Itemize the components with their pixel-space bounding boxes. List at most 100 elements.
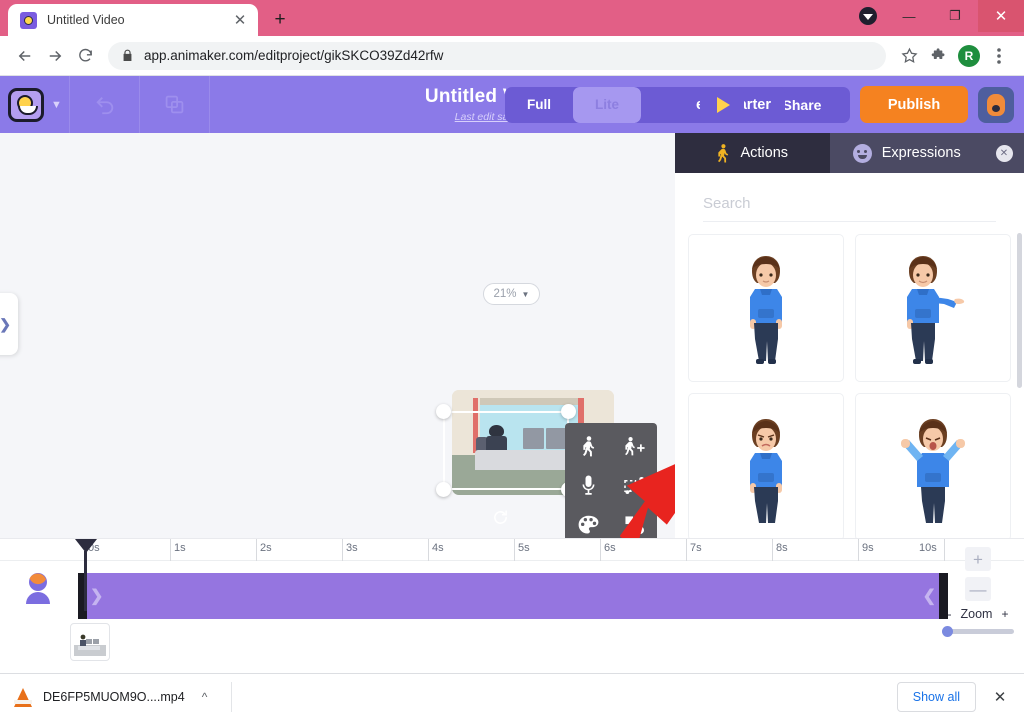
resize-handle-top-right[interactable]: [561, 404, 576, 419]
search-input[interactable]: Search: [703, 195, 996, 222]
microphone-icon[interactable]: [565, 466, 611, 505]
left-panel-expander[interactable]: ❯: [0, 293, 18, 355]
resize-handle-bottom-left[interactable]: [436, 482, 451, 497]
window-close-button[interactable]: ✕: [978, 0, 1024, 32]
character-avatar-icon[interactable]: [20, 571, 56, 612]
duplicate-button[interactable]: [140, 76, 210, 133]
tab-expressions-label: Expressions: [881, 145, 961, 161]
animaker-favicon-icon: [20, 11, 37, 29]
publish-button[interactable]: Publish: [860, 86, 968, 123]
kebab-menu-icon[interactable]: [984, 41, 1014, 71]
right-panel-scrollbar[interactable]: [1017, 233, 1022, 388]
scene-thumbnail-icon[interactable]: [70, 623, 110, 661]
back-arrow-icon[interactable]: [10, 41, 40, 71]
right-panel-close-button[interactable]: ✕: [984, 133, 1024, 173]
clip-handle-right[interactable]: [939, 573, 948, 619]
download-bar: DE6FP5MUOM9O....mp4 ^ Show all ✕: [0, 673, 1024, 720]
window-controls: — ❐ ✕: [850, 0, 1024, 32]
new-tab-button[interactable]: +: [266, 5, 294, 33]
walk-action-icon[interactable]: [565, 427, 611, 466]
mode-option-lite[interactable]: Lite: [573, 86, 642, 123]
animaker-mascot-icon: [8, 87, 44, 122]
zoom-out-button[interactable]: —: [965, 577, 991, 601]
show-all-button[interactable]: Show all: [896, 682, 976, 712]
zoom-minus-label[interactable]: -: [948, 607, 952, 621]
zoom-plus-label[interactable]: +: [1001, 607, 1008, 621]
tick-8s: 8s: [772, 539, 788, 561]
right-panel: Actions Expressions ✕ Search: [675, 133, 1024, 541]
minimize-button[interactable]: —: [886, 0, 932, 32]
walk-icon: [716, 143, 730, 163]
tab-expressions[interactable]: Expressions: [830, 133, 985, 173]
browser-titlebar: Untitled Video ✕ + — ❐ ✕: [0, 0, 1024, 36]
character-card-shocked[interactable]: [855, 393, 1011, 541]
object-context-menu[interactable]: [565, 423, 657, 538]
browser-tab[interactable]: Untitled Video ✕: [8, 4, 258, 36]
address-bar[interactable]: app.animaker.com/editproject/gikSKCO39Zd…: [108, 41, 886, 70]
tab-title: Untitled Video: [47, 13, 125, 27]
profile-chip-icon[interactable]: [850, 0, 886, 32]
right-panel-tabs: Actions Expressions ✕: [675, 133, 1024, 173]
forward-arrow-icon[interactable]: [40, 41, 70, 71]
timeline-track-row: ❯ ❮: [0, 561, 1024, 661]
tick-3s: 3s: [342, 539, 358, 561]
rotate-icon[interactable]: [492, 509, 509, 526]
resize-handle-top-left[interactable]: [436, 404, 451, 419]
timeline: 0s 1s 2s 3s 4s 5s 6s 7s 8s 9s 10s ❯ ❮ + …: [0, 538, 1024, 673]
character-card-standing[interactable]: [688, 234, 844, 382]
download-bar-close-icon[interactable]: ✕: [990, 688, 1010, 706]
header-actions: e to starter Full Lite Share Publish: [505, 86, 1024, 123]
tick-7s: 7s: [686, 539, 702, 561]
zoom-slider[interactable]: [942, 626, 1014, 637]
puzzle-icon[interactable]: [924, 41, 954, 71]
tab-actions[interactable]: Actions: [675, 133, 830, 173]
undo-button[interactable]: [70, 76, 140, 133]
omnibox-url: app.animaker.com/editproject/gikSKCO39Zd…: [144, 48, 444, 63]
canvas-area[interactable]: ❯ 21% ▼: [0, 133, 675, 538]
chevron-left-icon[interactable]: ❮: [923, 586, 936, 606]
character-shocked-icon: [901, 419, 965, 523]
canvas-zoom-selector[interactable]: 21% ▼: [483, 283, 540, 305]
close-icon: ✕: [995, 144, 1013, 162]
add-character-icon[interactable]: [611, 427, 657, 466]
character-card-worried[interactable]: [688, 393, 844, 541]
vlc-file-icon: [14, 687, 32, 707]
character-card-presenting[interactable]: [855, 234, 1011, 382]
caret-down-icon: ▼: [521, 289, 530, 299]
character-grid: [675, 222, 1024, 541]
maximize-button[interactable]: ❐: [932, 0, 978, 32]
selection-box[interactable]: [436, 404, 576, 497]
chevron-down-icon[interactable]: ▼: [51, 99, 62, 111]
chevron-up-icon[interactable]: ^: [202, 690, 208, 704]
app-logo[interactable]: ▼: [0, 76, 70, 133]
timeline-ruler[interactable]: 0s 1s 2s 3s 4s 5s 6s 7s 8s 9s 10s: [0, 539, 1024, 561]
chevron-right-icon: ❯: [0, 315, 11, 332]
star-icon[interactable]: [894, 41, 924, 71]
chevron-right-icon[interactable]: ❯: [90, 586, 103, 606]
smiley-icon: [852, 143, 872, 163]
mode-option-full[interactable]: Full: [505, 87, 573, 123]
dog-avatar-icon[interactable]: [978, 86, 1014, 123]
timeline-clip[interactable]: ❯ ❮: [78, 573, 948, 619]
zoom-in-button[interactable]: +: [965, 547, 991, 571]
preview-button[interactable]: [700, 86, 744, 123]
zoom-slider-knob[interactable]: [942, 626, 953, 637]
timeline-zoom-controls: + — - Zoom +: [942, 547, 1014, 637]
zoom-label-row: - Zoom +: [942, 607, 1014, 621]
download-bar-actions: Show all ✕: [896, 682, 1010, 712]
download-item[interactable]: DE6FP5MUOM9O....mp4 ^: [14, 687, 208, 707]
canvas-zoom-value: 21%: [493, 288, 517, 300]
swap-icon[interactable]: [611, 505, 657, 538]
palette-icon[interactable]: [565, 505, 611, 538]
zoom-label: Zoom: [960, 607, 993, 621]
motion-path-icon[interactable]: [611, 466, 657, 505]
avatar-letter: R: [958, 44, 980, 67]
reload-icon[interactable]: [70, 41, 100, 71]
playhead-line: [84, 551, 87, 611]
app-header: ▼ Untitled Video Last edit saved e to st…: [0, 76, 1024, 133]
browser-toolbar: app.animaker.com/editproject/gikSKCO39Zd…: [0, 36, 1024, 76]
tick-10s: 10s: [919, 542, 937, 554]
tab-close-icon[interactable]: ✕: [230, 10, 250, 30]
mode-toggle[interactable]: Full Lite: [505, 86, 642, 123]
avatar[interactable]: R: [954, 41, 984, 71]
